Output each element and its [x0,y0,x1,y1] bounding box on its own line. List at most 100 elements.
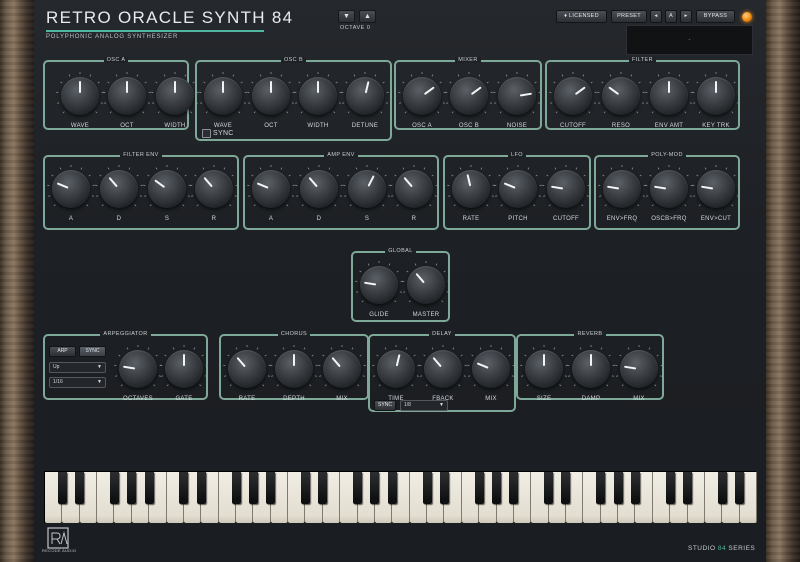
knob-a[interactable] [47,165,95,208]
section-title-text: LFO [508,152,526,158]
knob-master[interactable] [402,261,450,304]
knob-env-cut[interactable] [692,165,740,208]
knob-s[interactable] [343,165,391,208]
black-key[interactable] [179,472,189,504]
black-key[interactable] [561,472,571,504]
synth-panel: RETRO ORACLE SYNTH 84 POLYPHONIC ANALOG … [34,0,766,562]
black-key[interactable] [231,472,241,504]
knob-wave[interactable] [199,72,247,115]
delay-time-select[interactable]: 1/8 ▼ [400,400,448,411]
section-title-text: ARPEGGIATOR [100,331,151,337]
knob-s[interactable] [143,165,191,208]
black-key[interactable] [630,472,640,504]
arp-mode-select[interactable]: Up ▼ [49,362,106,373]
black-key[interactable] [717,472,727,504]
knob-detune[interactable] [341,72,389,115]
black-key[interactable] [544,472,554,504]
knob-r[interactable] [190,165,238,208]
section-amp-env: AMP ENV A D S R [243,152,439,230]
knob-key-trk[interactable] [692,72,740,115]
black-key[interactable] [370,472,380,504]
knob-depth[interactable] [270,345,318,388]
knob-damp[interactable] [567,345,615,388]
knob-octaves[interactable] [114,345,162,388]
knob-size[interactable] [520,345,568,388]
black-key[interactable] [439,472,449,504]
black-key[interactable] [318,472,328,504]
knob-rate[interactable] [223,345,271,388]
black-key[interactable] [266,472,276,504]
black-key[interactable] [300,472,310,504]
knob-a[interactable] [247,165,295,208]
octave-down-button[interactable]: ▼ [338,10,355,23]
section-title: FILTER ENV [45,152,237,158]
preset-a-button[interactable]: A [665,10,677,23]
black-key[interactable] [196,472,206,504]
knob-pitch[interactable] [494,165,542,208]
licensed-button[interactable]: ♦ LICENSED [556,10,607,23]
knob-d[interactable] [295,165,343,208]
knob-d[interactable] [95,165,143,208]
preset-display: - [626,25,753,55]
piano-keyboard[interactable] [44,471,757,523]
knob-env-frq[interactable] [598,165,646,208]
series-label: STUDIO 84 SERIES [688,545,755,552]
bypass-button[interactable]: BYPASS [696,10,735,23]
arp-rate-select[interactable]: 1/16 ▼ [49,377,106,388]
black-key[interactable] [735,472,745,504]
knob-osc-b[interactable] [445,72,493,115]
section-title-text: OSC B [280,57,307,63]
delay-sync-button[interactable]: SYNC [374,400,396,411]
knob-time[interactable] [372,345,420,388]
knob-wave[interactable] [56,72,104,115]
black-key[interactable] [109,472,119,504]
knob-mix[interactable] [467,345,515,388]
knob-gate[interactable] [160,345,208,388]
black-key[interactable] [127,472,137,504]
black-key[interactable] [353,472,363,504]
preset-next-button[interactable]: ▸ [680,10,692,23]
black-key[interactable] [57,472,67,504]
knob-env-amt[interactable] [645,72,693,115]
section-title: CHORUS [221,331,367,337]
arp-toggle-button[interactable]: ARP [49,346,76,357]
knob-width[interactable] [151,72,199,115]
preset-button[interactable]: PRESET [611,10,647,23]
osc-sync-checkbox[interactable] [202,129,211,138]
black-key[interactable] [665,472,675,504]
black-key[interactable] [683,472,693,504]
black-key[interactable] [474,472,484,504]
knob-oct[interactable] [247,72,295,115]
knob-rate[interactable] [447,165,495,208]
black-key[interactable] [248,472,258,504]
black-key[interactable] [613,472,623,504]
arp-sync-button[interactable]: SYNC [79,346,106,357]
section-title-text: AMP ENV [324,152,358,158]
knob-osc-a[interactable] [398,72,446,115]
black-key[interactable] [422,472,432,504]
preset-prev-button[interactable]: ◂ [650,10,662,23]
knob-oscb-frq[interactable] [645,165,693,208]
black-key[interactable] [144,472,154,504]
knob-noise[interactable] [493,72,541,115]
knob-r[interactable] [390,165,438,208]
black-key[interactable] [492,472,501,504]
knob-oct[interactable] [103,72,151,115]
knob-width[interactable] [294,72,342,115]
octave-up-button[interactable]: ▲ [359,10,376,23]
knob-reso[interactable] [597,72,645,115]
knob-cutoff[interactable] [549,72,597,115]
arp-rate-value: 1/16 [53,379,63,385]
black-key[interactable] [75,472,85,504]
knob-mix[interactable] [615,345,663,388]
knob-label: R [411,216,417,222]
section-title-text: OSC A [103,57,129,63]
knob-label: MIX [633,396,645,402]
knob-mix[interactable] [318,345,366,388]
knob-cutoff[interactable] [542,165,590,208]
knob-glide[interactable] [355,261,403,304]
black-key[interactable] [387,472,397,504]
black-key[interactable] [596,472,606,504]
knob-fback[interactable] [419,345,467,388]
black-key[interactable] [509,472,519,504]
